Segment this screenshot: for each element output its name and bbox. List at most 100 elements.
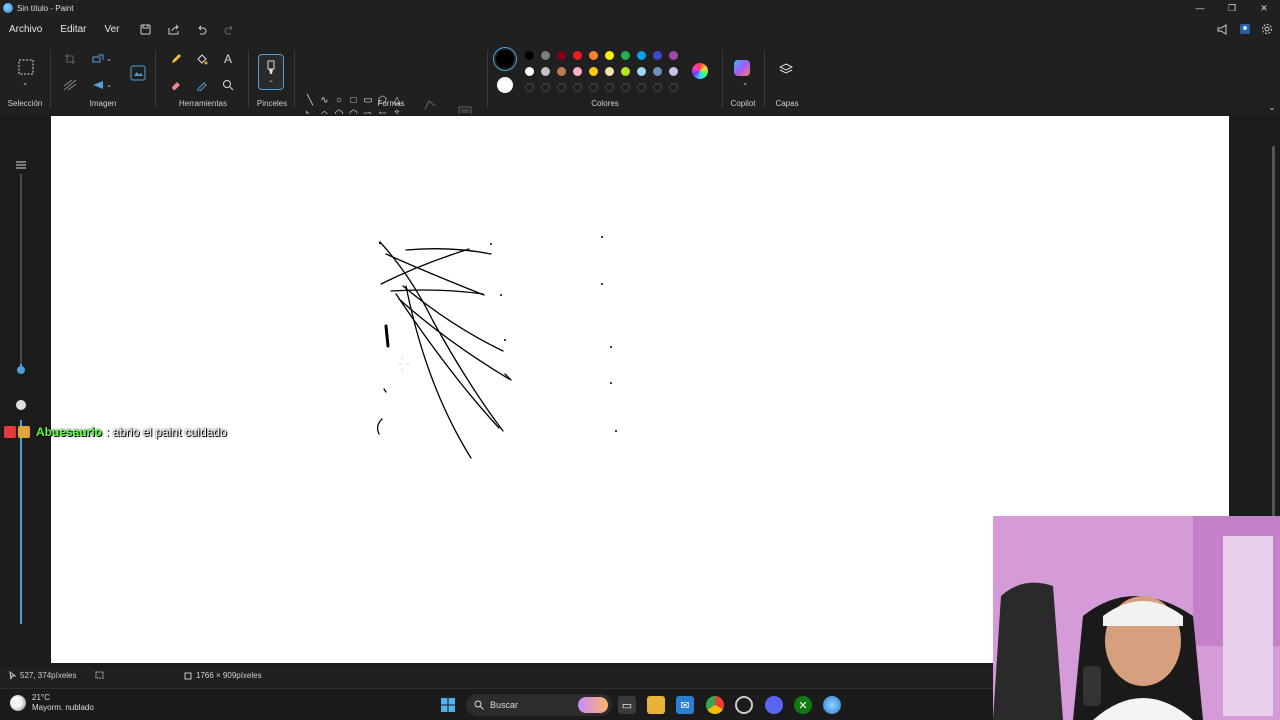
resize-dropdown-icon[interactable]: ⌄ [104,50,114,68]
tools-group: A Herramientas [158,44,248,112]
color-swatch[interactable] [669,67,678,76]
image-creator-icon[interactable] [127,62,149,84]
color-swatch[interactable] [637,67,646,76]
oval-shape-icon[interactable]: ○ [332,93,346,107]
line-shape-icon[interactable]: ╲ [303,93,317,107]
pencil-icon[interactable] [166,50,186,68]
curve-shape-icon[interactable]: ∿ [318,93,332,107]
color-swatch[interactable] [557,51,566,60]
rotate-dropdown-icon[interactable]: ⌄ [104,76,114,94]
size-slider-track[interactable] [20,174,22,364]
selection-dropdown-icon[interactable]: ⌄ [15,78,35,88]
color-swatch[interactable] [557,67,566,76]
settings-icon[interactable] [1258,20,1276,38]
close-button[interactable]: ✕ [1248,0,1280,16]
xbox-icon[interactable]: ✕ [794,696,812,714]
custom-color-slot[interactable] [557,83,566,92]
custom-color-slot[interactable] [589,83,598,92]
stroke [402,285,504,352]
feedback-icon[interactable] [1214,20,1232,38]
cursor-position-value: 527, 374píxeles [20,671,77,680]
rectangle-shape-icon[interactable]: □ [347,93,361,107]
weather-widget[interactable]: 21°C Mayorm. nublado [10,693,94,713]
color-swatch[interactable] [605,67,614,76]
color-swatch[interactable] [573,51,582,60]
rounded-rectangle-shape-icon[interactable]: ▭ [361,93,375,107]
magnifier-icon[interactable] [218,76,238,94]
color-swatch[interactable] [637,51,646,60]
save-icon[interactable] [135,20,157,38]
select-rectangle-icon[interactable] [15,56,37,78]
color-swatch[interactable] [541,67,550,76]
chrome-icon[interactable] [706,696,724,714]
custom-color-slot[interactable] [525,83,534,92]
opacity-slider-fill[interactable] [20,420,22,624]
custom-color-slot[interactable] [621,83,630,92]
discord-icon[interactable] [765,696,783,714]
weather-desc: Mayorm. nublado [32,703,94,712]
redo-icon[interactable] [219,20,241,38]
divider [50,50,51,108]
color-swatch[interactable] [605,51,614,60]
colors-label: Colores [591,99,619,108]
primary-color-swatch[interactable] [496,50,514,68]
color-swatch[interactable] [669,51,678,60]
custom-color-slot[interactable] [605,83,614,92]
text-icon[interactable]: A [218,50,238,68]
color-swatch[interactable] [525,51,534,60]
color-swatch[interactable] [621,51,630,60]
minimize-button[interactable]: — [1184,0,1216,16]
account-icon[interactable] [1236,20,1254,38]
custom-color-slot[interactable] [653,83,662,92]
custom-color-slot[interactable] [637,83,646,92]
menu-editar[interactable]: Editar [51,24,95,35]
paint-taskbar-icon[interactable] [823,696,841,714]
divider [248,50,249,108]
layers-icon[interactable] [778,62,794,76]
file-explorer-icon[interactable] [647,696,665,714]
secondary-color-swatch[interactable] [497,77,513,93]
stroke [395,293,500,429]
dot [615,430,617,432]
crop-icon[interactable] [60,50,80,68]
custom-color-slot[interactable] [573,83,582,92]
copilot-dropdown-icon[interactable]: ⌄ [735,74,755,92]
mail-icon[interactable]: ✉ [676,696,694,714]
color-swatch[interactable] [541,51,550,60]
eraser-icon[interactable] [166,76,186,94]
color-swatch[interactable] [573,67,582,76]
selection-label: Selección [7,99,43,108]
color-swatch[interactable] [525,67,534,76]
maximize-button[interactable]: ❐ [1216,0,1248,16]
remove-background-icon[interactable] [60,76,80,94]
start-windows-icon[interactable] [439,696,457,714]
custom-color-slot[interactable] [669,83,678,92]
polygon-shape-icon[interactable]: ⬠ [376,93,390,107]
outline-icon[interactable] [420,96,440,114]
paint-window: Sin título - Paint — ❐ ✕ Archivo Editar … [0,0,1280,720]
edit-colors-icon[interactable] [692,63,708,79]
custom-color-slot[interactable] [541,83,550,92]
fill-icon[interactable] [192,50,212,68]
color-swatch[interactable] [589,51,598,60]
color-swatch[interactable] [653,51,662,60]
undo-icon[interactable] [191,20,213,38]
brushes-button[interactable]: ⌄ [258,54,284,90]
obs-icon[interactable] [735,696,753,714]
stroke [390,289,484,295]
webcam-feed [993,516,1280,720]
menu-ver[interactable]: Ver [95,24,128,35]
divider [155,50,156,108]
share-icon[interactable] [163,20,185,38]
color-swatch[interactable] [589,67,598,76]
stroke [398,298,510,380]
taskbar-search[interactable]: Buscar [466,694,612,716]
color-swatch[interactable] [621,67,630,76]
menu-archivo[interactable]: Archivo [0,24,51,35]
task-view-icon[interactable]: ▭ [618,696,636,714]
color-picker-icon[interactable] [192,76,212,94]
size-slider-thumb[interactable] [17,366,25,374]
image-group: ⌄ ⌄ Imagen [52,44,154,112]
color-swatch[interactable] [653,67,662,76]
triangle-shape-icon[interactable]: △ [390,93,404,107]
